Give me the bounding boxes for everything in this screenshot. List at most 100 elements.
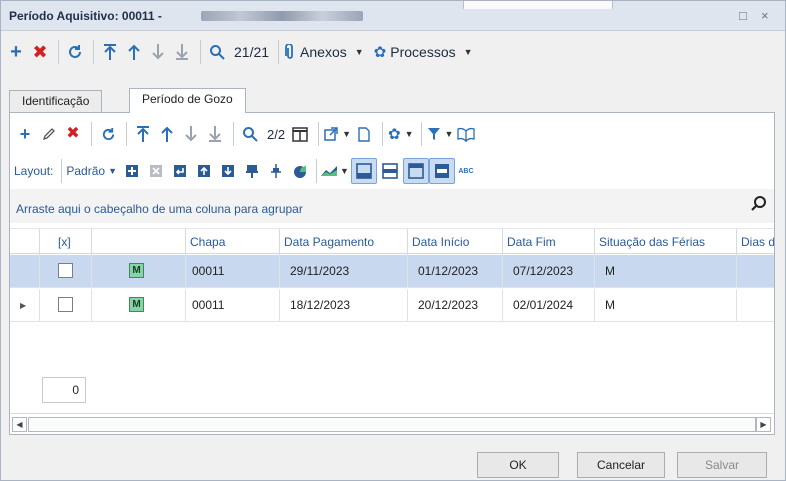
select-cell bbox=[40, 255, 92, 288]
toolbar-divider bbox=[93, 40, 94, 64]
group-by-bar[interactable]: Arraste aqui o cabeçalho de uma coluna p… bbox=[10, 189, 774, 223]
row-checkbox[interactable] bbox=[58, 297, 73, 312]
column-header-data-pagamento[interactable]: Data Pagamento bbox=[280, 229, 408, 255]
column-header-select[interactable]: [x] bbox=[40, 229, 92, 255]
arrow-down-icon bbox=[152, 44, 164, 60]
status-badge: M bbox=[129, 297, 144, 312]
scroll-right-icon[interactable]: ▶ bbox=[756, 417, 771, 432]
abc-icon: ABC bbox=[458, 167, 474, 175]
pencil-icon bbox=[42, 128, 55, 141]
refresh-button[interactable] bbox=[64, 39, 86, 65]
column-header-data-inicio[interactable]: Data Início bbox=[408, 229, 503, 255]
help-button[interactable] bbox=[455, 121, 477, 147]
column-header-situacao-ferias[interactable]: Situação das Férias bbox=[595, 229, 737, 255]
filter-menu[interactable]: ▼ bbox=[427, 121, 453, 147]
horizontal-scrollbar[interactable]: ◀ ▶ bbox=[10, 413, 774, 433]
scroll-left-icon[interactable]: ◀ bbox=[12, 417, 27, 432]
group-footer-toggle[interactable] bbox=[377, 158, 403, 184]
chart-menu[interactable]: ▼ bbox=[320, 158, 349, 184]
add-layout-button[interactable] bbox=[121, 158, 143, 184]
delete-row-button[interactable]: ✖ bbox=[62, 121, 84, 147]
export-layout-button[interactable] bbox=[217, 158, 239, 184]
layout-toolbar: Layout: Padrão ▼ ▼ ABC bbox=[14, 157, 479, 185]
row-checkbox[interactable] bbox=[58, 263, 73, 278]
column-header-chapa[interactable]: Chapa bbox=[186, 229, 280, 255]
grid-search-button[interactable] bbox=[239, 121, 261, 147]
upload-icon bbox=[198, 165, 210, 177]
remove-layout-button[interactable] bbox=[145, 158, 167, 184]
arrow-up-icon bbox=[128, 44, 140, 60]
add-button[interactable]: + bbox=[5, 39, 27, 65]
attachments-menu[interactable]: Anexos ▼ bbox=[284, 39, 364, 65]
unpin-column-button[interactable] bbox=[265, 158, 287, 184]
toolbar-divider bbox=[91, 122, 92, 146]
processes-menu[interactable]: ✿ Processos ▼ bbox=[374, 39, 473, 65]
table-row[interactable]: M 00011 29/11/2023 01/12/2023 07/12/2023… bbox=[10, 255, 774, 288]
column-header-data-fim[interactable]: Data Fim bbox=[503, 229, 595, 255]
cancel-button[interactable]: Cancelar bbox=[577, 452, 665, 478]
color-rules-button[interactable] bbox=[289, 158, 311, 184]
edit-button[interactable] bbox=[38, 121, 60, 147]
magnifier-icon bbox=[210, 45, 225, 60]
redacted-title-text bbox=[201, 11, 363, 21]
restore-layout-button[interactable] bbox=[169, 158, 191, 184]
save-button[interactable]: Salvar bbox=[677, 452, 767, 478]
first-record-button[interactable] bbox=[99, 39, 121, 65]
data-inicio-cell: 01/12/2023 bbox=[408, 255, 503, 288]
record-counter: 21/21 bbox=[234, 44, 270, 60]
panel-rows-icon bbox=[434, 164, 449, 178]
previous-row-button[interactable] bbox=[156, 121, 178, 147]
add-row-button[interactable]: + bbox=[14, 121, 36, 147]
pin-column-button[interactable] bbox=[241, 158, 263, 184]
tab-strip: Identificação Período de Gozo bbox=[9, 88, 775, 114]
last-record-button[interactable] bbox=[171, 39, 193, 65]
import-layout-button[interactable] bbox=[193, 158, 215, 184]
grid-processes-menu[interactable]: ✿ ▼ bbox=[388, 121, 414, 147]
layout-dropdown[interactable]: Padrão ▼ bbox=[66, 158, 117, 184]
document-icon bbox=[358, 126, 370, 142]
close-button[interactable]: × bbox=[761, 8, 769, 23]
dias-cell bbox=[737, 289, 774, 322]
search-button[interactable] bbox=[206, 39, 228, 65]
grid-record-counter: 2/2 bbox=[267, 126, 286, 142]
table-row[interactable]: ▶ M 00011 18/12/2023 20/12/2023 02/01/20… bbox=[10, 289, 774, 322]
spellcheck-button[interactable]: ABC bbox=[455, 158, 477, 184]
first-row-button[interactable] bbox=[132, 121, 154, 147]
first-record-icon bbox=[137, 126, 149, 142]
chevron-down-icon: ▼ bbox=[354, 47, 364, 57]
processes-label: Processos bbox=[390, 44, 456, 60]
columns-icon bbox=[292, 126, 308, 142]
title-bar[interactable]: Período Aquisitivo: 00011 - □ × bbox=[1, 1, 785, 31]
column-header-status[interactable] bbox=[92, 229, 186, 255]
pushpin-icon bbox=[271, 164, 281, 178]
next-record-button[interactable] bbox=[147, 39, 169, 65]
last-record-icon bbox=[209, 126, 221, 142]
column-header-dias[interactable]: Dias d bbox=[737, 229, 774, 255]
scrollbar-thumb[interactable] bbox=[28, 417, 756, 432]
layout-value: Padrão bbox=[66, 164, 106, 178]
row-indicator: ▶ bbox=[10, 289, 40, 322]
next-row-button[interactable] bbox=[180, 121, 202, 147]
arrow-down-icon bbox=[185, 126, 197, 142]
delete-button[interactable]: ✖ bbox=[29, 39, 51, 65]
header-toggle[interactable] bbox=[402, 158, 429, 184]
footer-toggle[interactable] bbox=[350, 158, 377, 184]
ok-button[interactable]: OK bbox=[477, 452, 559, 478]
previous-record-button[interactable] bbox=[123, 39, 145, 65]
report-button[interactable] bbox=[353, 121, 375, 147]
export-menu[interactable]: ▼ bbox=[324, 121, 351, 147]
grid-header: [x] Chapa Data Pagamento Data Início Dat… bbox=[10, 228, 774, 255]
filter-row-toggle[interactable] bbox=[428, 158, 455, 184]
grid-toolbar: + ✖ 2/2 ▼ ✿ ▼ ▼ bbox=[14, 119, 479, 149]
columns-button[interactable] bbox=[289, 121, 311, 147]
plus-icon: + bbox=[19, 124, 31, 144]
dialog-window: Período Aquisitivo: 00011 - □ × + ✖ 21/2… bbox=[0, 0, 786, 481]
refresh-grid-button[interactable] bbox=[97, 121, 119, 147]
search-icon[interactable] bbox=[750, 195, 768, 218]
main-toolbar: + ✖ 21/21 Anexos ▼ ✿ Processos ▼ bbox=[1, 32, 785, 72]
tab-periodo-de-gozo[interactable]: Período de Gozo bbox=[129, 88, 246, 114]
tab-identificacao[interactable]: Identificação bbox=[9, 90, 103, 113]
maximize-button[interactable]: □ bbox=[739, 8, 747, 23]
last-row-button[interactable] bbox=[204, 121, 226, 147]
window-title: Período Aquisitivo: 00011 - bbox=[9, 9, 162, 23]
